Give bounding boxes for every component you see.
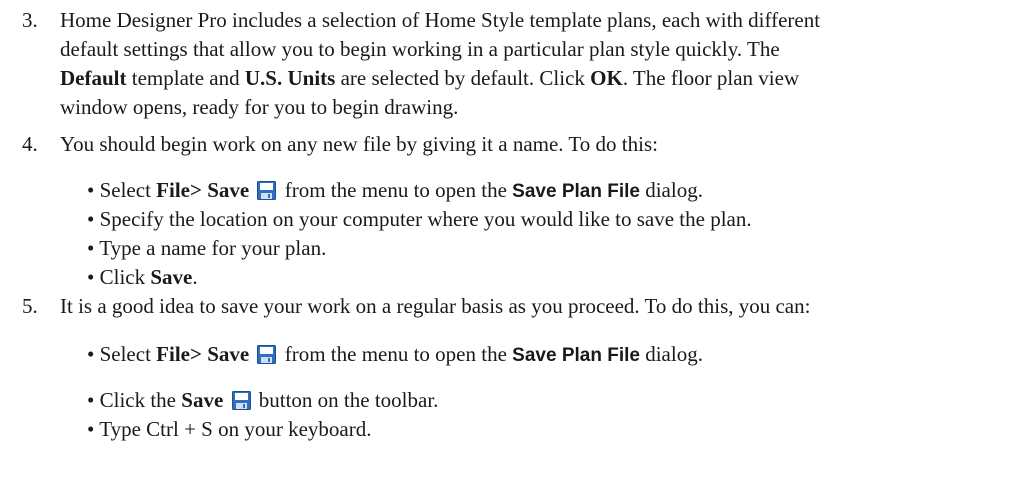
text-span: dialog. (639, 342, 703, 366)
step-number: 3. (22, 8, 38, 32)
ok-term: OK (590, 66, 623, 90)
file-save-command: File> Save (156, 178, 250, 202)
text-span: . (192, 265, 198, 289)
save-icon (231, 391, 251, 410)
step-3-line-2: default settings that allow you to begin… (60, 37, 780, 61)
us-units-term: U.S. Units (244, 66, 336, 90)
save-plan-file-dialog: Save Plan File (512, 345, 640, 366)
step-5-bullet-3: • Type Ctrl + S on your keyboard. (87, 417, 372, 441)
step-5-intro: It is a good idea to save your work on a… (60, 294, 811, 318)
text-span: • Click (87, 265, 151, 289)
text-span: . The floor plan view (622, 66, 800, 90)
text-span: • Select (87, 178, 157, 202)
step-3-line-1: Home Designer Pro includes a selection o… (60, 8, 821, 32)
text-span: • Select (87, 342, 157, 366)
step-5-bullet-1: • Select File> Save from the menu to ope… (87, 340, 703, 370)
text-span: button on the toolbar. (253, 388, 439, 412)
text-span: from the menu to open the (279, 342, 513, 366)
step-number: 5. (22, 294, 38, 318)
text-span: template and (126, 66, 245, 90)
save-plan-file-dialog: Save Plan File (512, 181, 640, 202)
text-span: • Click the (87, 388, 182, 412)
step-5-bullet-2: • Click the Save button on the toolbar. (87, 386, 438, 415)
step-4-bullet-4: • Click Save. (87, 263, 198, 292)
text-span: from the menu to open the (279, 178, 513, 202)
step-4-bullet-2: • Specify the location on your computer … (87, 207, 752, 231)
step-number: 4. (22, 132, 38, 156)
save-term: Save (181, 388, 224, 412)
save-term: Save (150, 265, 193, 289)
default-template-term: Default (60, 66, 127, 90)
save-icon (257, 345, 277, 364)
text-span: dialog. (639, 178, 703, 202)
step-4-intro: You should begin work on any new file by… (60, 132, 658, 156)
step-3-line-3: Default template and U.S. Units are sele… (60, 64, 799, 93)
file-save-command: File> Save (156, 342, 250, 366)
step-4-bullet-1: • Select File> Save from the menu to ope… (87, 176, 703, 206)
step-4-bullet-3: • Type a name for your plan. (87, 236, 327, 260)
step-3-line-4: window opens, ready for you to begin dra… (60, 95, 459, 119)
text-span: are selected by default. Click (335, 66, 591, 90)
save-icon (257, 181, 277, 200)
